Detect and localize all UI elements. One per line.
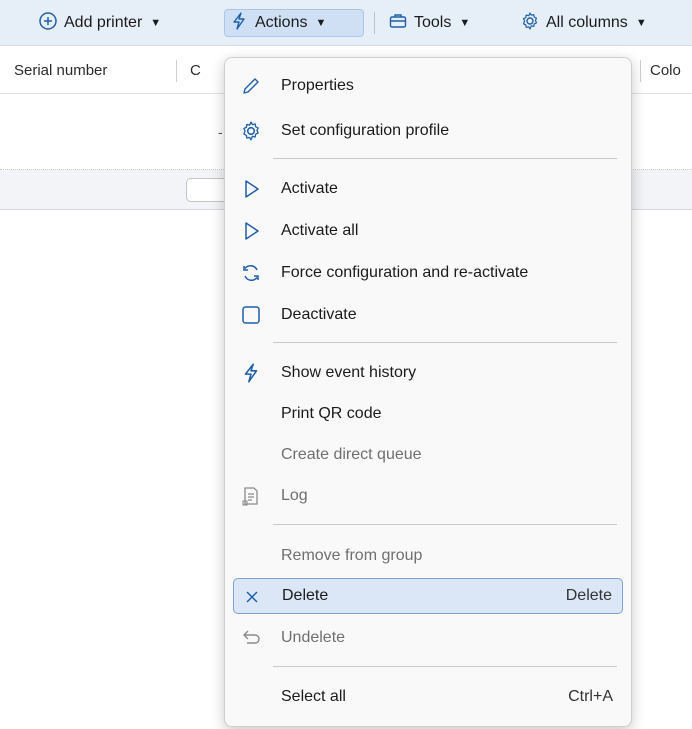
log-document-icon <box>239 484 263 508</box>
menu-item-label: Set configuration profile <box>281 122 450 139</box>
filter-placeholder: - <box>218 124 223 140</box>
menu-item-label: Activate all <box>281 222 359 239</box>
gear-icon <box>520 11 540 36</box>
chevron-down-icon: ▼ <box>635 17 647 29</box>
menu-item-label: Delete <box>282 587 329 604</box>
menu-item-create-direct-queue[interactable]: Create direct queue <box>233 437 623 473</box>
menu-item-print-qr-code[interactable]: Print QR code <box>233 396 623 432</box>
all-columns-label: All columns <box>546 14 628 31</box>
menu-item-delete[interactable]: Delete Delete <box>233 578 623 614</box>
menu-item-activate[interactable]: Activate <box>233 171 623 207</box>
play-outline-icon <box>239 219 263 243</box>
actions-label: Actions <box>255 14 308 31</box>
add-printer-button[interactable]: Add printer ▼ <box>34 9 165 37</box>
menu-separator <box>273 342 617 343</box>
menu-item-label: Show event history <box>281 364 417 381</box>
x-close-icon <box>240 585 264 609</box>
gear-icon <box>239 119 263 143</box>
lightning-icon <box>229 11 249 36</box>
lightning-icon <box>239 361 263 385</box>
chevron-down-icon: ▼ <box>150 17 162 29</box>
column-divider[interactable] <box>640 60 641 82</box>
menu-item-set-configuration-profile[interactable]: Set configuration profile <box>233 113 623 149</box>
actions-button[interactable]: Actions ▼ <box>224 9 364 37</box>
menu-item-deactivate[interactable]: Deactivate <box>233 297 623 333</box>
menu-item-select-all[interactable]: Select all Ctrl+A <box>233 679 623 715</box>
menu-separator <box>273 666 617 667</box>
tools-button[interactable]: Tools ▼ <box>384 9 474 37</box>
menu-item-force-configuration[interactable]: Force configuration and re-activate <box>233 255 623 291</box>
stop-square-icon <box>239 303 263 327</box>
column-header-c[interactable]: C <box>190 46 201 94</box>
menu-item-label: Properties <box>281 77 354 94</box>
undo-arrow-icon <box>239 626 263 650</box>
pencil-icon <box>239 74 263 98</box>
actions-menu: Properties Set configuration profile Act… <box>224 57 632 727</box>
menu-item-label: Remove from group <box>281 547 423 564</box>
menu-item-properties[interactable]: Properties <box>233 68 623 104</box>
menu-item-label: Undelete <box>281 629 346 646</box>
column-header-color[interactable]: Colo <box>650 46 681 94</box>
toolbar-divider <box>374 12 375 34</box>
plus-circle-icon <box>38 11 58 36</box>
menu-item-label: Log <box>281 487 308 504</box>
toolbox-icon <box>388 11 408 36</box>
menu-item-undelete[interactable]: Undelete <box>233 620 623 656</box>
column-divider[interactable] <box>176 60 177 82</box>
menu-item-label: Create direct queue <box>281 446 422 463</box>
menu-separator <box>273 158 617 159</box>
column-header-serial-number[interactable]: Serial number <box>14 46 107 94</box>
menu-item-shortcut: Ctrl+A <box>568 688 613 705</box>
toolbar: Add printer ▼ Actions ▼ Tools ▼ All colu… <box>0 0 692 46</box>
menu-item-label: Select all <box>281 688 346 705</box>
menu-item-show-event-history[interactable]: Show event history <box>233 355 623 391</box>
add-printer-label: Add printer <box>64 14 143 31</box>
menu-item-label: Force configuration and re-activate <box>281 264 529 281</box>
menu-item-label: Print QR code <box>281 405 382 422</box>
refresh-icon <box>239 261 263 285</box>
menu-item-log[interactable]: Log <box>233 478 623 514</box>
play-outline-icon <box>239 177 263 201</box>
all-columns-button[interactable]: All columns ▼ <box>516 9 651 37</box>
menu-separator <box>273 524 617 525</box>
tools-label: Tools <box>414 14 452 31</box>
menu-item-remove-from-group[interactable]: Remove from group <box>233 538 623 574</box>
menu-item-shortcut: Delete <box>565 587 612 604</box>
menu-item-label: Activate <box>281 180 338 197</box>
menu-item-activate-all[interactable]: Activate all <box>233 213 623 249</box>
chevron-down-icon: ▼ <box>459 17 471 29</box>
menu-item-label: Deactivate <box>281 306 357 323</box>
chevron-down-icon: ▼ <box>315 17 327 29</box>
